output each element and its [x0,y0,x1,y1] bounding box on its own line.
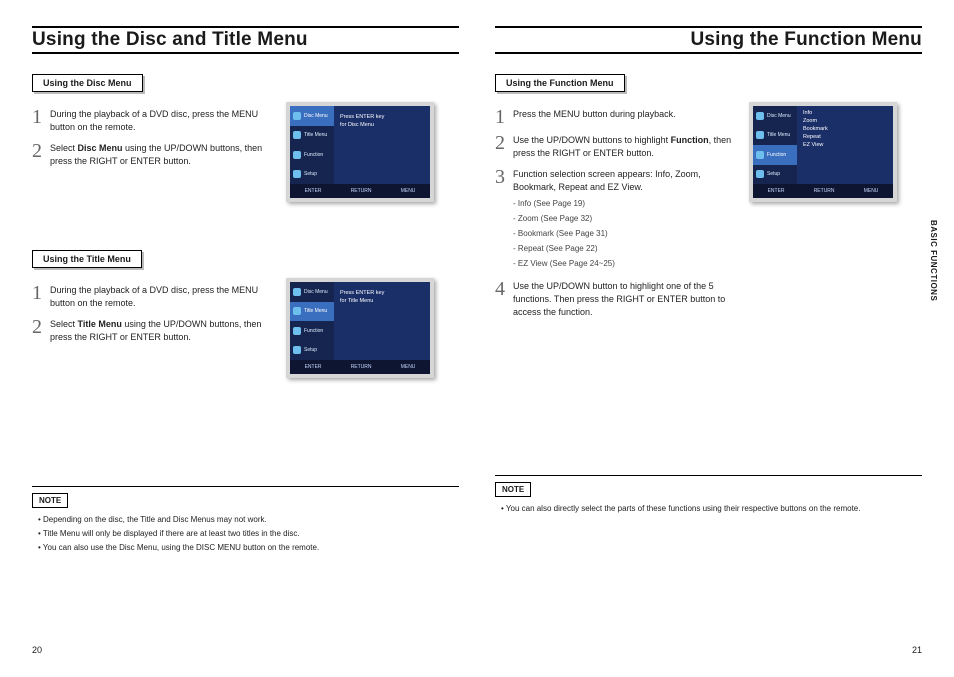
osd-menu-item: Setup [753,165,797,185]
menu-item-icon [293,307,301,315]
note-list: Depending on the disc, the Title and Dis… [38,514,459,554]
page-number: 21 [912,645,922,655]
page-right: Using the Function Menu Using the Functi… [477,0,954,677]
osd-menu-item: Function [290,321,334,341]
step-1: 1 During the playback of a DVD disc, pre… [32,284,272,310]
menu-item-icon [756,131,764,139]
osd-menu-item: Title Menu [290,302,334,322]
osd-menu-item: Title Menu [290,126,334,146]
osd-menu-item: Disc Menu [753,106,797,126]
menu-item-icon [293,112,301,120]
osd-menu-item: Setup [290,341,334,361]
screenshot-title-menu: Disc MenuTitle MenuFunctionSetup Press E… [286,278,434,378]
note-label: NOTE [32,493,68,508]
step-2: 2 Select Title Menu using the UP/DOWN bu… [32,318,272,344]
header-right: Using the Function Menu [495,26,922,54]
note-list: You can also directly select the parts o… [501,503,922,515]
section-label-function-menu: Using the Function Menu [495,74,625,92]
osd-menu-item: Function [290,145,334,165]
function-sublist: Info (See Page 19) Zoom (See Page 32) Bo… [513,197,735,270]
section-title-menu: 1 During the playback of a DVD disc, pre… [32,278,459,378]
section-function-menu: 1 Press the MENU button during playback.… [495,102,922,327]
menu-item-icon [293,346,301,354]
menu-item-icon [293,170,301,178]
osd-menu-item: Setup [290,165,334,185]
osd-menu-item: Disc Menu [290,282,334,302]
osd-menu-item: Title Menu [753,126,797,146]
page-left: Using the Disc and Title Menu Using the … [0,0,477,677]
step-1: 1 During the playback of a DVD disc, pre… [32,108,272,134]
page-title: Using the Disc and Title Menu [32,29,459,51]
menu-item-icon [293,327,301,335]
screenshot-disc-menu: Disc MenuTitle MenuFunctionSetup Press E… [286,102,434,202]
osd-menu-item: Disc Menu [290,106,334,126]
side-tab: BASIC FUNCTIONS [929,220,938,301]
note-block: NOTE Depending on the disc, the Title an… [32,486,459,554]
section-disc-menu: 1 During the playback of a DVD disc, pre… [32,102,459,202]
menu-item-icon [293,151,301,159]
menu-item-icon [293,288,301,296]
menu-item-icon [756,112,764,120]
step-1: 1 Press the MENU button during playback. [495,108,735,126]
screenshot-function-menu: Disc MenuTitle MenuFunctionSetup Info Zo… [749,102,897,202]
step-3: 3 Function selection screen appears: Inf… [495,168,735,272]
osd-menu-item: Function [753,145,797,165]
menu-item-icon [293,131,301,139]
step-2: 2 Select Disc Menu using the UP/DOWN but… [32,142,272,168]
step-4: 4 Use the UP/DOWN button to highlight on… [495,280,735,319]
header-left: Using the Disc and Title Menu [32,26,459,54]
menu-item-icon [756,151,764,159]
step-2: 2 Use the UP/DOWN buttons to highlight F… [495,134,735,160]
page-title: Using the Function Menu [495,29,922,51]
note-label: NOTE [495,482,531,497]
menu-item-icon [756,170,764,178]
section-label-disc-menu: Using the Disc Menu [32,74,143,92]
note-block: NOTE You can also directly select the pa… [495,475,922,515]
section-label-title-menu: Using the Title Menu [32,250,142,268]
page-number: 20 [32,645,42,655]
